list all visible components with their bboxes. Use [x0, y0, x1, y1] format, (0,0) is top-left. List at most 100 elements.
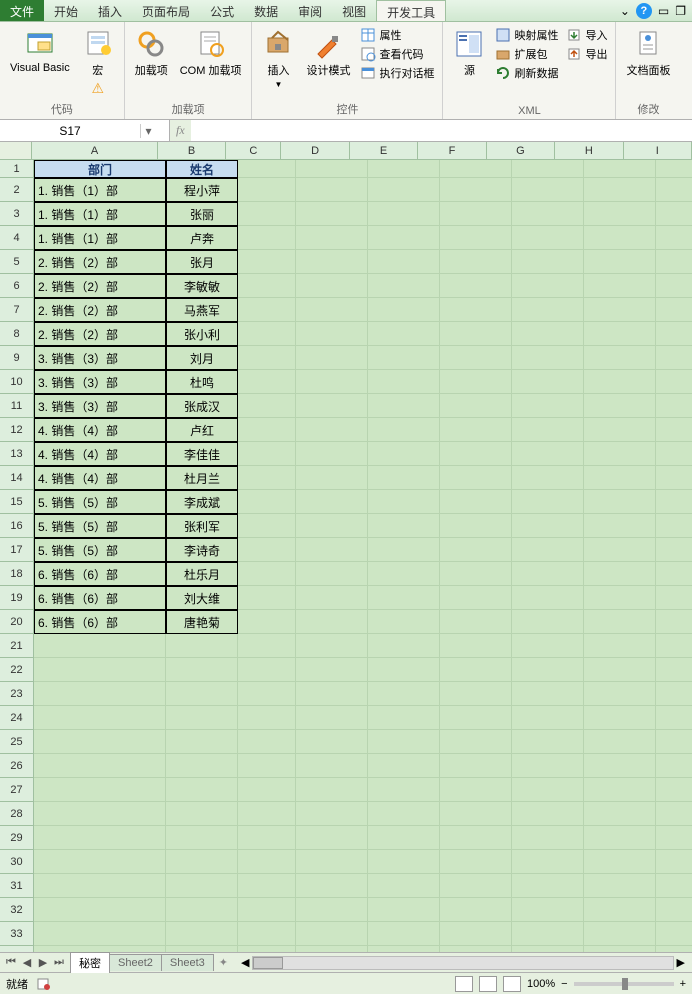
cell[interactable]: [368, 160, 440, 178]
row-header[interactable]: 31: [0, 874, 34, 898]
row-header[interactable]: 21: [0, 634, 34, 658]
cell[interactable]: [440, 394, 512, 418]
cell[interactable]: [584, 418, 656, 442]
cell[interactable]: [512, 274, 584, 298]
cell[interactable]: [166, 826, 238, 850]
cell[interactable]: [368, 730, 440, 754]
cell[interactable]: [440, 322, 512, 346]
cell[interactable]: [296, 634, 368, 658]
cell[interactable]: [440, 946, 512, 952]
cell[interactable]: [512, 160, 584, 178]
cell[interactable]: [166, 802, 238, 826]
cell[interactable]: [238, 514, 296, 538]
addins-button[interactable]: 加载项: [131, 26, 172, 80]
cell[interactable]: [166, 946, 238, 952]
com-addins-button[interactable]: COM 加载项: [176, 26, 246, 80]
cell[interactable]: [512, 442, 584, 466]
cell[interactable]: [34, 682, 166, 706]
cell[interactable]: [440, 442, 512, 466]
cell[interactable]: [584, 658, 656, 682]
cell[interactable]: [440, 514, 512, 538]
cell[interactable]: [368, 538, 440, 562]
cell[interactable]: [512, 586, 584, 610]
cell[interactable]: [238, 778, 296, 802]
cell[interactable]: [440, 706, 512, 730]
cell[interactable]: [584, 274, 656, 298]
row-header[interactable]: 23: [0, 682, 34, 706]
document-panel-button[interactable]: 文档面板: [622, 26, 674, 80]
import-button[interactable]: 导入: [564, 26, 609, 44]
cell[interactable]: [166, 706, 238, 730]
cell[interactable]: [440, 538, 512, 562]
column-header-I[interactable]: I: [624, 142, 692, 159]
row-header[interactable]: 4: [0, 226, 34, 250]
cell[interactable]: [238, 394, 296, 418]
cell[interactable]: [368, 850, 440, 874]
cell[interactable]: [368, 418, 440, 442]
expansion-pack-button[interactable]: 扩展包: [493, 45, 560, 63]
name-box-dropdown-icon[interactable]: ▾: [140, 124, 156, 138]
cell[interactable]: [296, 346, 368, 370]
cell[interactable]: [238, 442, 296, 466]
cell[interactable]: [656, 274, 692, 298]
cell[interactable]: [296, 850, 368, 874]
map-properties-button[interactable]: 映射属性: [493, 26, 560, 44]
cell[interactable]: [238, 226, 296, 250]
cell[interactable]: [238, 538, 296, 562]
cell[interactable]: 5. 销售（5）部: [34, 490, 166, 514]
row-header[interactable]: 32: [0, 898, 34, 922]
cell[interactable]: [512, 682, 584, 706]
row-header[interactable]: 8: [0, 322, 34, 346]
ribbon-minimize-icon[interactable]: ⌄: [620, 4, 630, 18]
cell[interactable]: [166, 682, 238, 706]
name-box-input[interactable]: [0, 124, 140, 138]
row-header[interactable]: 3: [0, 202, 34, 226]
cell[interactable]: [584, 346, 656, 370]
column-header-C[interactable]: C: [226, 142, 281, 159]
cell[interactable]: [34, 754, 166, 778]
cell[interactable]: [656, 874, 692, 898]
row-header[interactable]: 33: [0, 922, 34, 946]
cell[interactable]: [368, 322, 440, 346]
cell[interactable]: [584, 682, 656, 706]
tab-1[interactable]: 插入: [88, 0, 132, 21]
window-minimize-icon[interactable]: ▭: [658, 4, 669, 18]
cell[interactable]: [296, 418, 368, 442]
cell[interactable]: [440, 922, 512, 946]
cell[interactable]: [656, 442, 692, 466]
cell[interactable]: 1. 销售（1）部: [34, 202, 166, 226]
cell[interactable]: [440, 898, 512, 922]
cell[interactable]: [368, 826, 440, 850]
sheet-nav-prev-icon[interactable]: ◀: [20, 956, 34, 969]
column-header-H[interactable]: H: [555, 142, 623, 159]
cell[interactable]: [656, 610, 692, 634]
cell[interactable]: [34, 874, 166, 898]
cell[interactable]: [584, 778, 656, 802]
cell[interactable]: [656, 394, 692, 418]
cell[interactable]: [440, 250, 512, 274]
cell[interactable]: [512, 418, 584, 442]
row-header[interactable]: 28: [0, 802, 34, 826]
cell[interactable]: [296, 370, 368, 394]
cell[interactable]: 姓名: [166, 160, 238, 178]
sheet-nav-last-icon[interactable]: ⏭: [52, 956, 66, 969]
cell[interactable]: [440, 730, 512, 754]
cell[interactable]: [368, 250, 440, 274]
cell[interactable]: [368, 754, 440, 778]
cell[interactable]: 杜鸣: [166, 370, 238, 394]
cell[interactable]: [296, 946, 368, 952]
cell[interactable]: [166, 730, 238, 754]
cell[interactable]: 卢奔: [166, 226, 238, 250]
cell[interactable]: [238, 418, 296, 442]
cell[interactable]: [656, 826, 692, 850]
cell[interactable]: 卢红: [166, 418, 238, 442]
cell[interactable]: [656, 658, 692, 682]
row-header[interactable]: 15: [0, 490, 34, 514]
sheet-tab[interactable]: Sheet2: [109, 954, 162, 971]
cell[interactable]: [512, 826, 584, 850]
zoom-level[interactable]: 100%: [527, 978, 555, 990]
cell[interactable]: 2. 销售（2）部: [34, 250, 166, 274]
row-header[interactable]: 6: [0, 274, 34, 298]
cell[interactable]: [584, 202, 656, 226]
cell[interactable]: [238, 850, 296, 874]
